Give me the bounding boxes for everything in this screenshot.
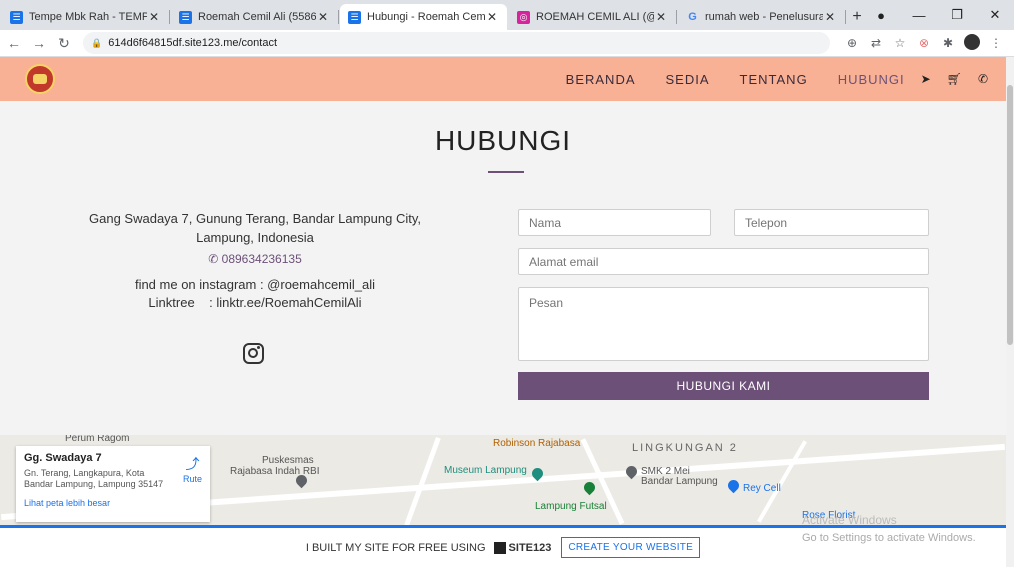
close-tab-icon[interactable]: ✕: [485, 10, 499, 24]
puzzle-extension-icon[interactable]: ✱: [938, 36, 958, 50]
map-label: Lampung Futsal: [535, 501, 607, 512]
tab-title: Hubungi - Roemah Cemil Ali: [367, 11, 485, 23]
map-label: Rajabasa Indah RBI: [230, 466, 320, 477]
instagram-icon[interactable]: [243, 343, 264, 364]
google-favicon-icon: G: [688, 11, 697, 23]
contact-social: find me on instagram : @roemahcemil_ali …: [80, 276, 430, 312]
address-line: Gang Swadaya 7, Gunung Terang, Bandar La…: [89, 211, 421, 226]
nav-item-sedia[interactable]: SEDIA: [666, 72, 710, 87]
url-text: 614d6f64815df.site123.me/contact: [108, 37, 278, 49]
reload-icon[interactable]: ↻: [53, 35, 75, 52]
instagram-text: find me on instagram : @roemahcemil_ali: [134, 277, 376, 292]
tab-title: ROEMAH CEMIL ALI (@roem: [536, 11, 654, 23]
lock-icon: 🔒: [91, 37, 103, 48]
address-bar: ← → ↻ 🔒 614d6f64815df.site123.me/contact…: [0, 30, 1014, 57]
tab-instagram[interactable]: ◎ ROEMAH CEMIL ALI (@roem ✕: [509, 4, 677, 30]
profile-avatar-icon[interactable]: [962, 33, 982, 53]
name-input[interactable]: [518, 209, 711, 236]
nav-item-beranda[interactable]: BERANDA: [566, 72, 636, 87]
tab-google-search[interactable]: G rumah web - Penelusuran Go ✕: [678, 4, 846, 30]
bookmark-star-icon[interactable]: ☆: [890, 36, 910, 50]
windows-watermark-title: Activate Windows: [802, 513, 897, 527]
site123-favicon-icon: ☰: [348, 10, 361, 24]
map-pin-icon[interactable]: [725, 477, 742, 494]
map-label: Perum Ragom: [65, 435, 130, 444]
send-icon[interactable]: ➤: [921, 72, 931, 86]
tab-title: rumah web - Penelusuran Go: [705, 11, 823, 23]
close-tab-icon[interactable]: ✕: [316, 10, 330, 24]
tab-tempe[interactable]: ☰ Tempe Mbk Rah - TEMPE MB ✕: [2, 4, 170, 30]
cart-icon[interactable]: 🛒︎: [947, 72, 962, 86]
route-button[interactable]: ⤴ Rute: [183, 454, 202, 484]
page-title: HUBUNGI: [434, 125, 572, 156]
install-icon[interactable]: ⊕: [842, 36, 862, 50]
email-input[interactable]: [518, 248, 929, 275]
linktree-text: Linktree : linktr.ee/RoemahCemilAli: [148, 295, 362, 310]
tab-hubungi[interactable]: ☰ Hubungi - Roemah Cemil Ali ✕: [340, 4, 507, 30]
close-tab-icon[interactable]: ✕: [147, 10, 161, 24]
url-input[interactable]: 🔒 614d6f64815df.site123.me/contact: [83, 32, 830, 54]
tab-title: Roemah Cemil Ali (5586069): [198, 11, 316, 23]
main-nav: BERANDA SEDIA TENTANG HUBUNGI ➤ 🛒︎ ✆: [536, 72, 988, 87]
translate-icon[interactable]: ⇄: [866, 36, 886, 50]
site123-favicon-icon: ☰: [10, 10, 23, 24]
create-website-button[interactable]: CREATE YOUR WEBSITE: [561, 537, 701, 558]
tab-roemah-cemil[interactable]: ☰ Roemah Cemil Ali (5586069) ✕: [171, 4, 339, 30]
site-header: BERANDA SEDIA TENTANG HUBUNGI ➤ 🛒︎ ✆: [0, 57, 1006, 101]
phone-icon[interactable]: ✆: [978, 72, 988, 86]
instagram-favicon-icon: ◎: [517, 10, 530, 24]
nav-item-tentang[interactable]: TENTANG: [740, 72, 808, 87]
back-icon[interactable]: ←: [3, 35, 25, 51]
forward-icon[interactable]: →: [28, 35, 50, 51]
map-label: Rey Cell: [743, 483, 781, 494]
minimize-icon[interactable]: —: [900, 8, 938, 23]
map-place-name: Gg. Swadaya 7: [24, 452, 102, 464]
page-scrollbar[interactable]: [1006, 57, 1014, 567]
browser-tab-bar: ☰ Tempe Mbk Rah - TEMPE MB ✕ ☰ Roemah Ce…: [0, 0, 1014, 30]
map-place-address: Gn. Terang, Langkapura, Kota Bandar Lamp…: [24, 468, 164, 489]
site-logo[interactable]: [25, 64, 55, 94]
phone-icon: ✆: [208, 252, 219, 266]
nav-item-hubungi[interactable]: HUBUNGI: [838, 72, 905, 87]
map-place-card: Gg. Swadaya 7 Gn. Terang, Langkapura, Ko…: [16, 446, 210, 522]
brand-name: SITE123: [508, 541, 552, 554]
submit-button[interactable]: HUBUNGI KAMI: [518, 372, 929, 400]
close-tab-icon[interactable]: ✕: [823, 10, 837, 24]
phone-number: 089634236135: [221, 252, 302, 266]
map-label: Bandar Lampung: [641, 476, 718, 487]
close-tab-icon[interactable]: ✕: [654, 10, 668, 24]
route-label: Rute: [182, 474, 202, 484]
restore-icon[interactable]: ❐: [938, 7, 976, 23]
contact-address: Gang Swadaya 7, Gunung Terang, Bandar La…: [80, 209, 430, 247]
close-window-icon[interactable]: ✕: [976, 7, 1014, 23]
larger-map-link[interactable]: Lihat peta lebih besar: [24, 498, 202, 508]
profile-dot-icon[interactable]: ●: [862, 8, 900, 23]
map-label: Puskesmas: [262, 455, 314, 466]
windows-watermark: Go to Settings to activate Windows.: [802, 532, 976, 544]
map-pin-icon[interactable]: [581, 479, 598, 496]
map-label: LINGKUNGAN 2: [632, 442, 738, 454]
phone-input[interactable]: [734, 209, 929, 236]
footer-text: I BUILT MY SITE FOR FREE USING: [305, 541, 486, 554]
window-controls: ● — ❐ ✕: [862, 0, 1014, 30]
directions-icon: ⤴: [185, 456, 200, 472]
site123-logo-icon: [493, 541, 506, 554]
map-label: Museum Lampung: [444, 465, 527, 476]
site123-brand[interactable]: SITE123: [493, 541, 552, 554]
map-label: Robinson Rajabasa: [493, 438, 581, 449]
message-textarea[interactable]: [518, 287, 929, 361]
site123-favicon-icon: ☰: [179, 10, 192, 24]
tab-title: Tempe Mbk Rah - TEMPE MB: [29, 11, 147, 23]
extension-icons: ⊕ ⇄ ☆ ⊗ ✱ ⋮: [838, 33, 1006, 53]
title-divider: [488, 171, 524, 173]
extension-red-icon[interactable]: ⊗: [914, 36, 934, 50]
contact-section: HUBUNGI Gang Swadaya 7, Gunung Terang, B…: [0, 101, 1006, 435]
address-line: Lampung, Indonesia: [196, 230, 314, 245]
scrollbar-thumb[interactable]: [1007, 85, 1013, 345]
map-pin-icon[interactable]: [623, 463, 640, 480]
contact-phone[interactable]: ✆ 089634236135: [80, 252, 430, 266]
menu-dots-icon[interactable]: ⋮: [986, 36, 1006, 50]
